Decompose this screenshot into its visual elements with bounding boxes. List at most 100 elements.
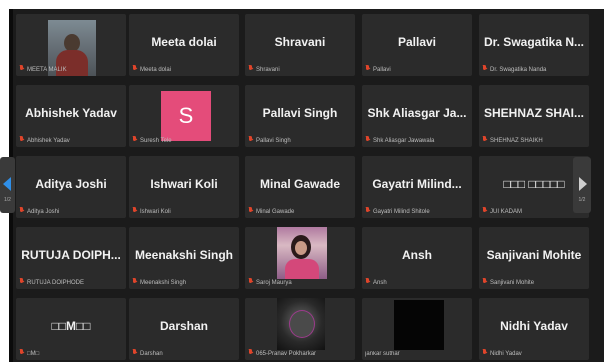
participant-tile[interactable]: S Suresh Tele — [129, 85, 239, 147]
muted-mic-icon — [132, 136, 137, 143]
participant-name: Dr. Swagatika N... — [483, 35, 585, 49]
prev-page-button[interactable]: 1/2 — [0, 157, 15, 213]
muted-mic-icon — [19, 65, 24, 72]
muted-mic-icon — [19, 278, 24, 285]
muted-mic-icon — [19, 349, 24, 356]
muted-mic-icon — [248, 136, 253, 143]
muted-mic-icon — [248, 349, 253, 356]
meeting-window: MEETA MALIK Meeta dolai Meeta dolai Shra… — [0, 0, 604, 362]
muted-mic-icon — [482, 349, 487, 356]
participant-tile[interactable]: Abhishek Yadav Abhishek Yadav — [16, 85, 126, 147]
muted-mic-icon — [248, 65, 253, 72]
participant-caption: jankar suthar — [365, 351, 400, 357]
participant-caption: Shravani — [248, 65, 351, 73]
participant-tile[interactable]: Saroj Maurya — [245, 227, 355, 289]
muted-mic-icon — [365, 65, 370, 72]
participant-tile[interactable]: Ishwari Koli Ishwari Koli — [129, 156, 239, 218]
muted-mic-icon — [19, 207, 24, 214]
participant-caption: Suresh Tele — [132, 136, 235, 144]
muted-mic-icon — [482, 65, 487, 72]
participant-name: Meeta dolai — [151, 35, 217, 49]
participant-name: SHEHNAZ SHAI... — [483, 106, 584, 120]
participant-caption: Minal Gawade — [248, 207, 351, 215]
participant-name: Shravani — [274, 35, 326, 49]
participant-tile[interactable]: Meeta dolai Meeta dolai — [129, 14, 239, 76]
muted-mic-icon — [132, 207, 137, 214]
participant-name: Sanjivani Mohite — [486, 248, 582, 262]
participant-name: Pallavi Singh — [262, 106, 338, 120]
participant-tile[interactable]: Meenakshi Singh Meenakshi Singh — [129, 227, 239, 289]
participant-tile[interactable]: Pallavi Singh Pallavi Singh — [245, 85, 355, 147]
participant-caption: Darshan — [132, 349, 235, 357]
participant-photo — [277, 227, 327, 279]
muted-mic-icon — [19, 136, 24, 143]
participant-tile[interactable]: 065-Pranav Pokharkar — [245, 298, 355, 360]
participant-caption: Dr. Swagatika Nanda — [482, 65, 585, 73]
participant-name: Shk Aliasgar Ja... — [367, 106, 467, 120]
participant-tile[interactable]: RUTUJA DOIPH... RUTUJA DOIPHODE — [16, 227, 126, 289]
participant-tile[interactable]: MEETA MALIK — [16, 14, 126, 76]
participant-photo — [277, 298, 325, 350]
participant-caption: Pallavi Singh — [248, 136, 351, 144]
participant-tile[interactable]: Sanjivani Mohite Sanjivani Mohite — [479, 227, 589, 289]
participant-caption: Gayatri Milind Shitole — [365, 207, 468, 215]
next-page-button[interactable]: 1/2 — [573, 157, 591, 213]
participant-tile[interactable]: SHEHNAZ SHAI... SHEHNAZ SHAIKH — [479, 85, 589, 147]
participant-tile[interactable]: Shk Aliasgar Ja... Shk Aliasgar Jawawala — [362, 85, 472, 147]
participant-caption: MEETA MALIK — [19, 65, 122, 73]
participant-caption: Shk Aliasgar Jawawala — [365, 136, 468, 144]
participant-caption: 065-Pranav Pokharkar — [248, 349, 351, 357]
muted-mic-icon — [132, 65, 137, 72]
participant-name: Ansh — [402, 248, 432, 262]
muted-mic-icon — [132, 349, 137, 356]
participant-name: RUTUJA DOIPH... — [21, 248, 121, 262]
avatar: S — [161, 91, 211, 141]
muted-mic-icon — [365, 278, 370, 285]
participant-caption: Sanjivani Mohite — [482, 278, 585, 286]
muted-mic-icon — [482, 278, 487, 285]
participant-tile[interactable]: Ansh Ansh — [362, 227, 472, 289]
participant-tile[interactable]: Gayatri Milind... Gayatri Milind Shitole — [362, 156, 472, 218]
participant-tile[interactable]: □□M□□ □M□ — [16, 298, 126, 360]
participant-caption: Saroj Maurya — [248, 278, 351, 286]
participant-caption: Pallavi — [365, 65, 468, 73]
muted-mic-icon — [482, 136, 487, 143]
participant-caption: □M□ — [19, 349, 122, 357]
participant-tile[interactable]: Minal Gawade Minal Gawade — [245, 156, 355, 218]
top-margin — [9, 0, 604, 9]
gallery-view: MEETA MALIK Meeta dolai Meeta dolai Shra… — [0, 9, 604, 362]
participant-name: □□M□□ — [51, 319, 91, 333]
participant-tile[interactable]: Shravani Shravani — [245, 14, 355, 76]
chevron-right-icon — [579, 177, 587, 191]
muted-mic-icon — [365, 136, 370, 143]
muted-mic-icon — [482, 207, 487, 214]
muted-mic-icon — [365, 207, 370, 214]
participant-name: Abhishek Yadav — [25, 106, 117, 120]
participant-caption: Abhishek Yadav — [19, 136, 122, 144]
participant-caption: SHEHNAZ SHAIKH — [482, 136, 585, 144]
participant-name: Minal Gawade — [259, 177, 341, 191]
muted-mic-icon — [248, 278, 253, 285]
participant-name: Meenakshi Singh — [134, 248, 234, 262]
participant-caption: Nidhi Yadav — [482, 349, 585, 357]
participant-tile[interactable]: Nidhi Yadav Nidhi Yadav — [479, 298, 589, 360]
participant-name: Darshan — [159, 319, 209, 333]
participant-tile[interactable]: Aditya Joshi Aditya Joshi — [16, 156, 126, 218]
participant-tile[interactable]: Pallavi Pallavi — [362, 14, 472, 76]
participant-caption: JUI KADAM — [482, 207, 585, 215]
muted-mic-icon — [248, 207, 253, 214]
participant-name: Ishwari Koli — [150, 177, 218, 191]
video-off-frame — [394, 300, 444, 350]
participant-tile[interactable]: Darshan Darshan — [129, 298, 239, 360]
participant-tile[interactable]: Dr. Swagatika N... Dr. Swagatika Nanda — [479, 14, 589, 76]
chevron-left-icon — [3, 177, 11, 191]
participant-caption: Meenakshi Singh — [132, 278, 235, 286]
participant-tile[interactable]: jankar suthar — [362, 298, 472, 360]
page-indicator: 1/2 — [578, 197, 586, 203]
participant-name: Nidhi Yadav — [500, 319, 568, 333]
participant-name: Aditya Joshi — [35, 177, 107, 191]
participant-caption: RUTUJA DOIPHODE — [19, 278, 122, 286]
muted-mic-icon — [132, 278, 137, 285]
participant-caption: Meeta dolai — [132, 65, 235, 73]
participant-caption: Aditya Joshi — [19, 207, 122, 215]
